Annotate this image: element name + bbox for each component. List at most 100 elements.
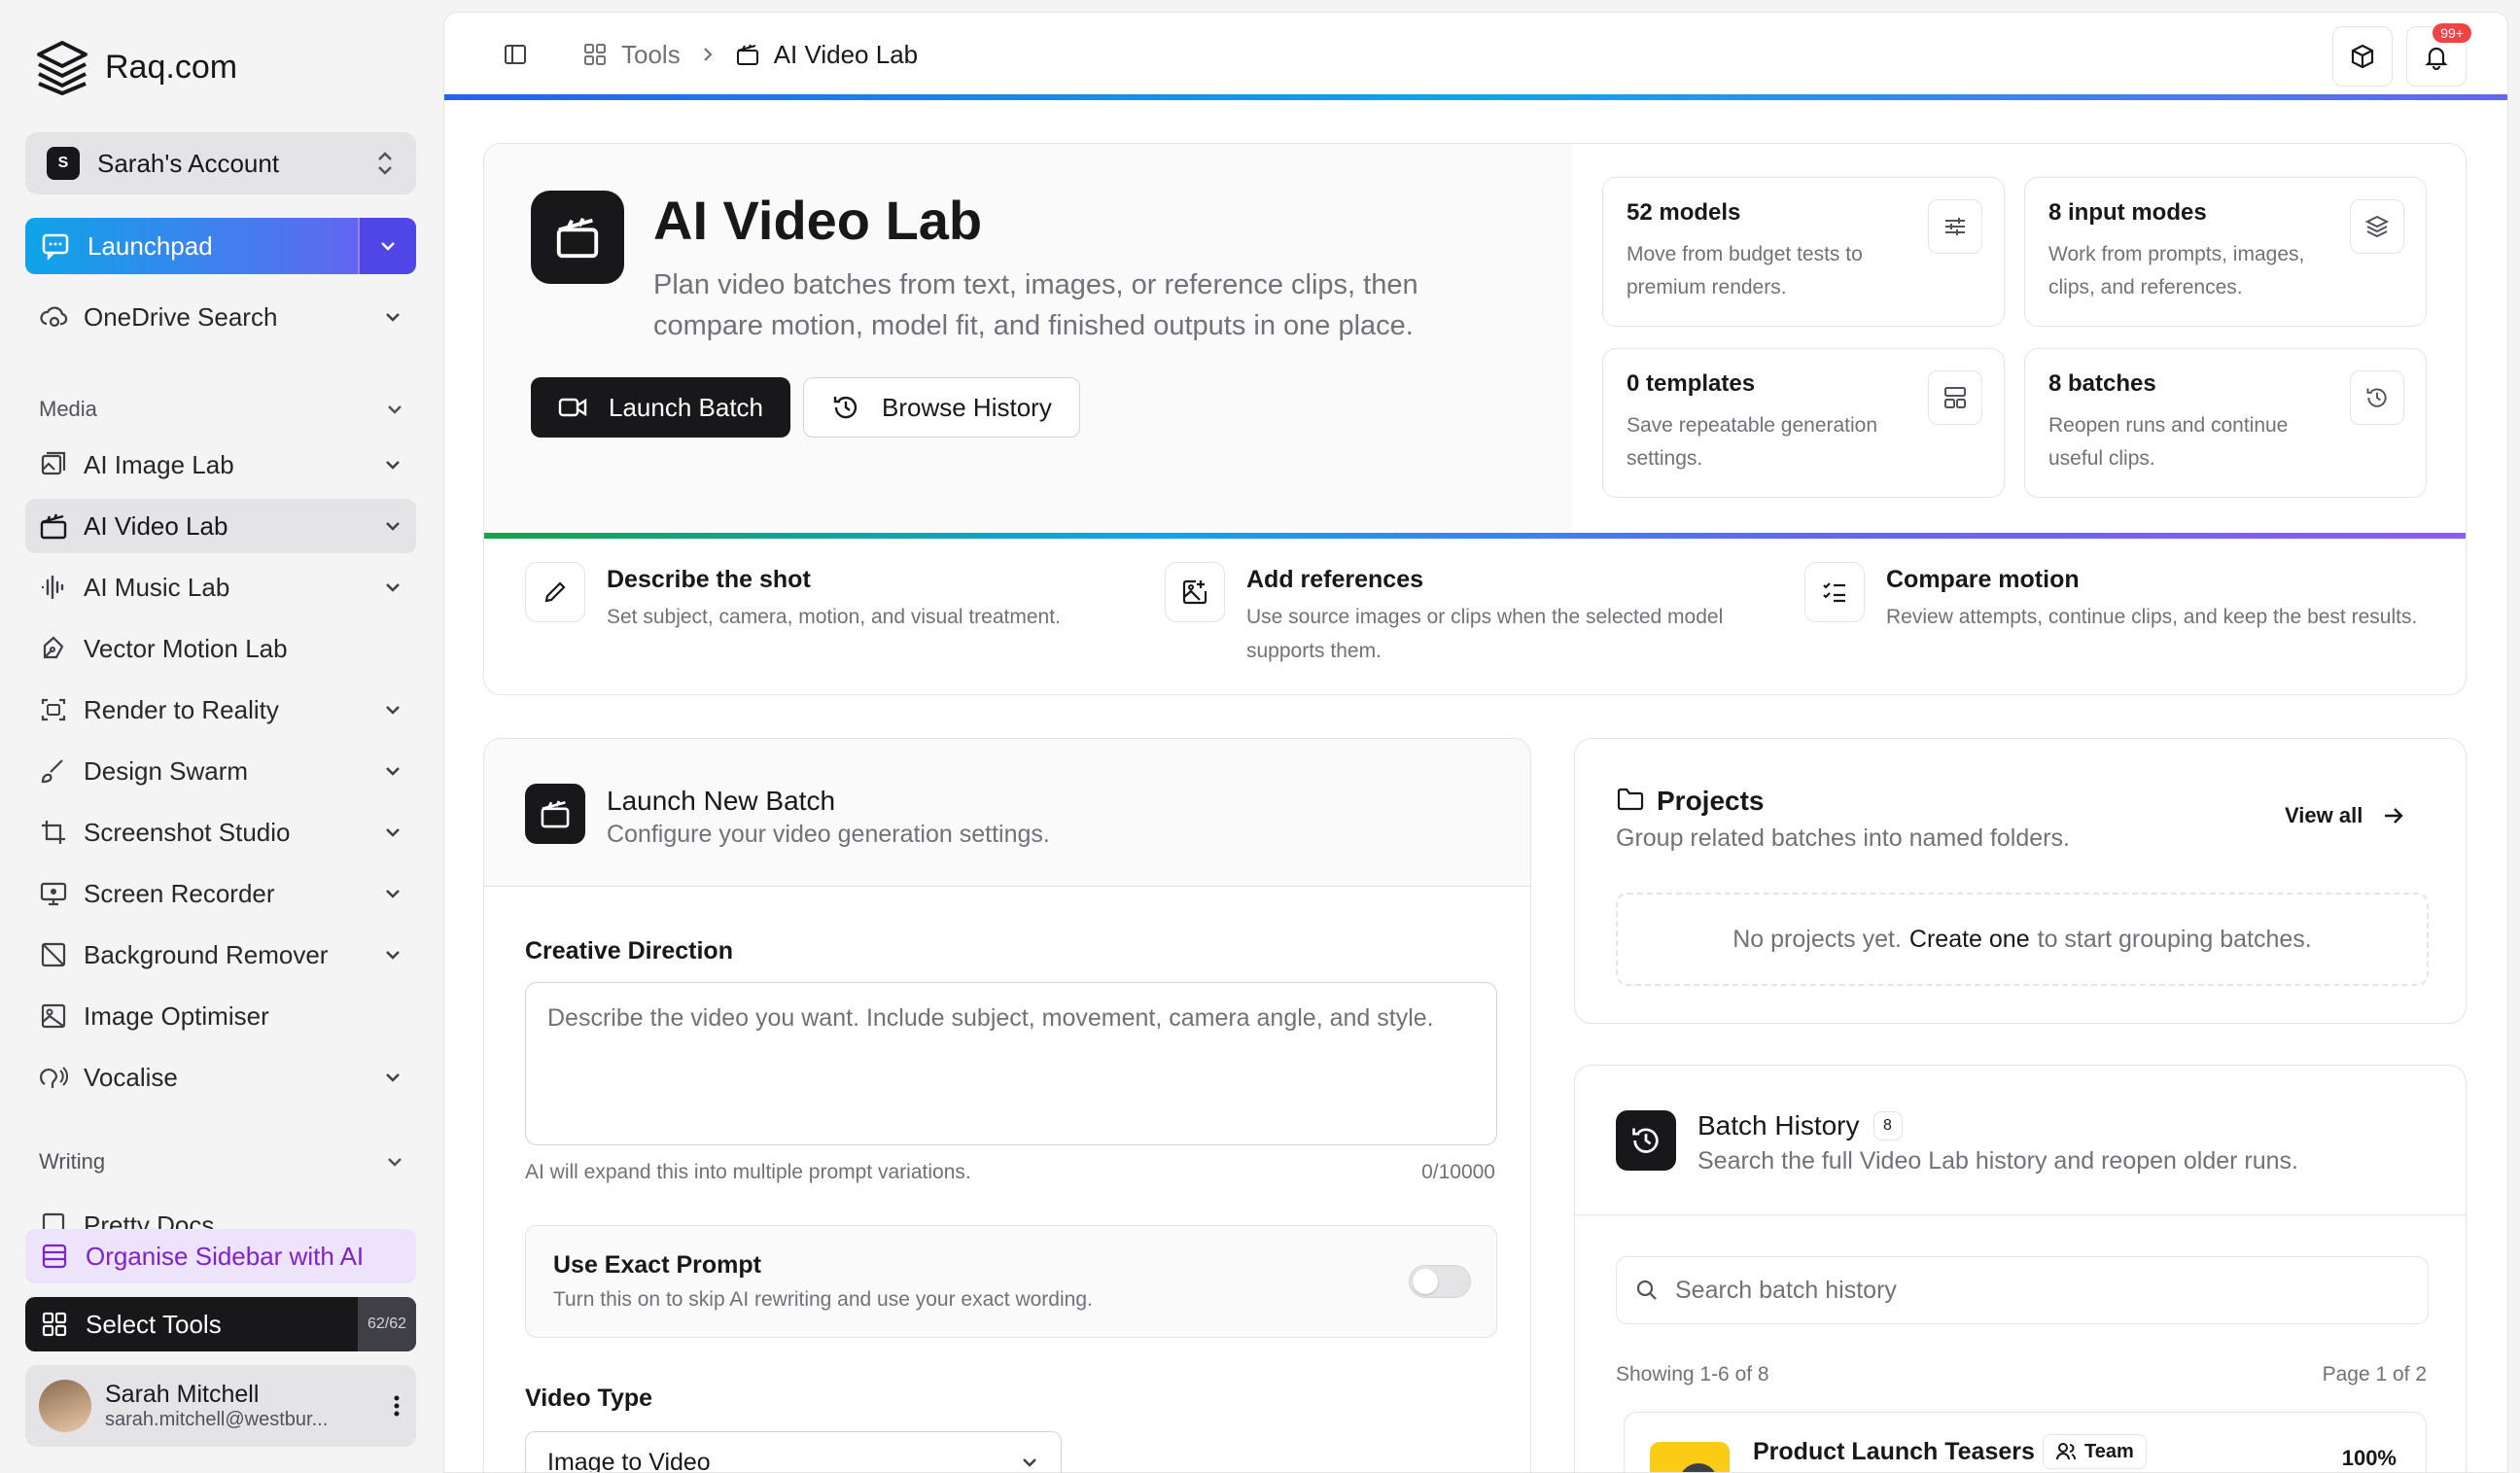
notifications-button[interactable]: 99+ <box>2406 23 2471 87</box>
exact-prompt-panel: Use Exact Prompt Turn this on to skip AI… <box>525 1225 1497 1338</box>
sidebar-item-label: Pretty Docs <box>84 1210 215 1229</box>
clapperboard-icon <box>736 44 758 65</box>
chevron-down-icon <box>386 767 400 776</box>
batch-tag-label: Team <box>2084 1440 2134 1462</box>
creative-direction-label: Creative Direction <box>525 937 733 964</box>
video-type-select[interactable]: Image to Video <box>525 1431 1062 1473</box>
top-bar: Tools AI Video Lab 99+ <box>444 13 2507 96</box>
clapperboard-icon <box>525 784 585 844</box>
browse-history-label: Browse History <box>882 392 1052 422</box>
video-type-value: Image to Video <box>547 1448 711 1473</box>
sidebar-item-ai-video-lab[interactable]: AI Video Lab <box>25 499 416 553</box>
main-content: Tools AI Video Lab 99+ AI Video Lab Plan… <box>443 12 2508 1473</box>
chevron-down-icon <box>386 890 400 898</box>
brand-logo[interactable]: Raq.com <box>35 39 237 95</box>
sidebar-item-background-remover[interactable]: Background Remover <box>25 928 416 982</box>
select-tools-button[interactable]: Select Tools 62/62 <box>25 1297 416 1351</box>
chevron-down-icon <box>388 1158 402 1167</box>
package-icon <box>2351 44 2374 69</box>
sliders-icon <box>1928 199 1982 254</box>
stat-card-templates: 0 templates Save repeatable generation s… <box>1602 348 2005 498</box>
sidebar-item-image-optimiser[interactable]: Image Optimiser <box>25 989 416 1043</box>
sidebar-section-media[interactable]: Media <box>39 397 404 422</box>
more-vertical-icon[interactable] <box>391 1391 402 1420</box>
batch-title: Product Launch Teasers <box>1753 1438 2035 1465</box>
breadcrumb-tools[interactable]: Tools <box>582 40 681 70</box>
list-checks-icon <box>1804 562 1865 622</box>
history-icon <box>2350 370 2404 425</box>
grid-icon <box>584 44 606 65</box>
clapperboard-icon <box>556 217 599 259</box>
sidebar-item-render-to-reality[interactable]: Render to Reality <box>25 683 416 737</box>
message-square-icon <box>42 233 69 261</box>
exact-prompt-title: Use Exact Prompt <box>553 1251 761 1279</box>
scan-image-icon <box>41 698 66 721</box>
sidebar-item-vector-motion-lab[interactable]: Vector Motion Lab <box>25 621 416 676</box>
hero-divider <box>484 533 2466 539</box>
account-initial: S <box>47 147 80 180</box>
audio-wave-icon <box>41 575 64 600</box>
organise-sidebar-button[interactable]: Organise Sidebar with AI <box>25 1229 416 1283</box>
history-search-input[interactable]: Search batch history <box>1616 1256 2429 1324</box>
launch-batch-button[interactable]: Launch Batch <box>531 377 791 438</box>
pencil-icon <box>525 562 585 622</box>
cloud-search-icon <box>40 306 68 328</box>
browse-history-button[interactable]: Browse History <box>803 377 1080 438</box>
chevron-down-icon <box>388 405 402 414</box>
batch-progress: 100% <box>2341 1446 2397 1470</box>
page-title: AI Video Lab <box>653 190 983 251</box>
step-desc: Use source images or clips when the sele… <box>1246 606 1724 662</box>
package-button[interactable] <box>2332 26 2393 87</box>
sidebar-item-label: Vocalise <box>84 1062 178 1092</box>
create-project-link[interactable]: Create one <box>1909 926 2030 954</box>
sidebar-item-screen-recorder[interactable]: Screen Recorder <box>25 866 416 921</box>
history-icon <box>833 396 858 419</box>
sidebar-item-vocalise[interactable]: Vocalise <box>25 1050 416 1105</box>
section-heading: Writing <box>39 1149 106 1174</box>
chevron-down-icon <box>386 461 400 470</box>
stat-desc: Move from budget tests to premium render… <box>1627 243 1863 298</box>
batch-history-row[interactable]: Product Launch Teasers Team 100% <box>1624 1412 2427 1472</box>
pen-tool-icon <box>43 636 64 659</box>
sidebar-item-onedrive-search[interactable]: OneDrive Search <box>25 290 416 344</box>
layout-template-icon <box>1928 370 1982 425</box>
sidebar-item-label: AI Video Lab <box>84 510 228 541</box>
step-title: Compare motion <box>1886 566 2080 593</box>
chevron-down-icon <box>386 1073 400 1082</box>
view-all-label: View all <box>2285 803 2363 827</box>
launchpad-button[interactable]: Launchpad <box>25 218 416 274</box>
sidebar-item-design-swarm[interactable]: Design Swarm <box>25 744 416 798</box>
exact-prompt-toggle[interactable] <box>1409 1265 1471 1298</box>
page-subtitle: Plan video batches from text, images, or… <box>653 269 1418 341</box>
clapperboard-icon <box>40 513 67 540</box>
select-tools-label: Select Tools <box>86 1309 222 1339</box>
account-switcher[interactable]: S Sarah's Account <box>25 132 416 194</box>
sidebar-toggle-icon[interactable] <box>503 42 528 67</box>
account-name: Sarah's Account <box>97 148 280 178</box>
chevron-down-icon <box>386 583 400 592</box>
sidebar-item-pretty-docs[interactable]: Pretty Docs <box>25 1190 416 1229</box>
top-progress-bar <box>444 94 2507 100</box>
sidebar-item-ai-image-lab[interactable]: AI Image Lab <box>25 438 416 492</box>
chevron-down-icon <box>386 951 400 960</box>
projects-view-all-link[interactable]: View all <box>2285 803 2405 828</box>
stat-card-batches: 8 batches Reopen runs and continue usefu… <box>2024 348 2427 498</box>
sidebar-item-label: AI Music Lab <box>84 572 230 602</box>
launchpad-main[interactable]: Launchpad <box>25 218 358 274</box>
history-title: Batch History <box>1698 1110 1860 1140</box>
breadcrumb-current-label: AI Video Lab <box>773 39 919 69</box>
char-count: 0/10000 <box>1421 1161 1495 1183</box>
image-lab-icon <box>41 451 66 475</box>
batch-team-tag: Team <box>2043 1434 2147 1469</box>
launchpad-dropdown[interactable] <box>358 218 416 274</box>
sidebar-item-label: Screen Recorder <box>84 878 275 908</box>
history-icon <box>1616 1110 1676 1171</box>
sidebar-item-ai-music-lab[interactable]: AI Music Lab <box>25 560 416 614</box>
chevrons-up-down-icon <box>378 152 392 175</box>
user-profile[interactable]: Sarah Mitchell sarah.mitchell@westbur... <box>25 1365 416 1447</box>
creative-direction-input[interactable]: Describe the video you want. Include sub… <box>525 982 1497 1145</box>
sidebar-section-writing[interactable]: Writing <box>39 1149 404 1175</box>
sidebar-item-screenshot-studio[interactable]: Screenshot Studio <box>25 805 416 859</box>
chevron-right-icon <box>703 48 713 61</box>
stat-desc: Reopen runs and continue useful clips. <box>2048 414 2289 470</box>
